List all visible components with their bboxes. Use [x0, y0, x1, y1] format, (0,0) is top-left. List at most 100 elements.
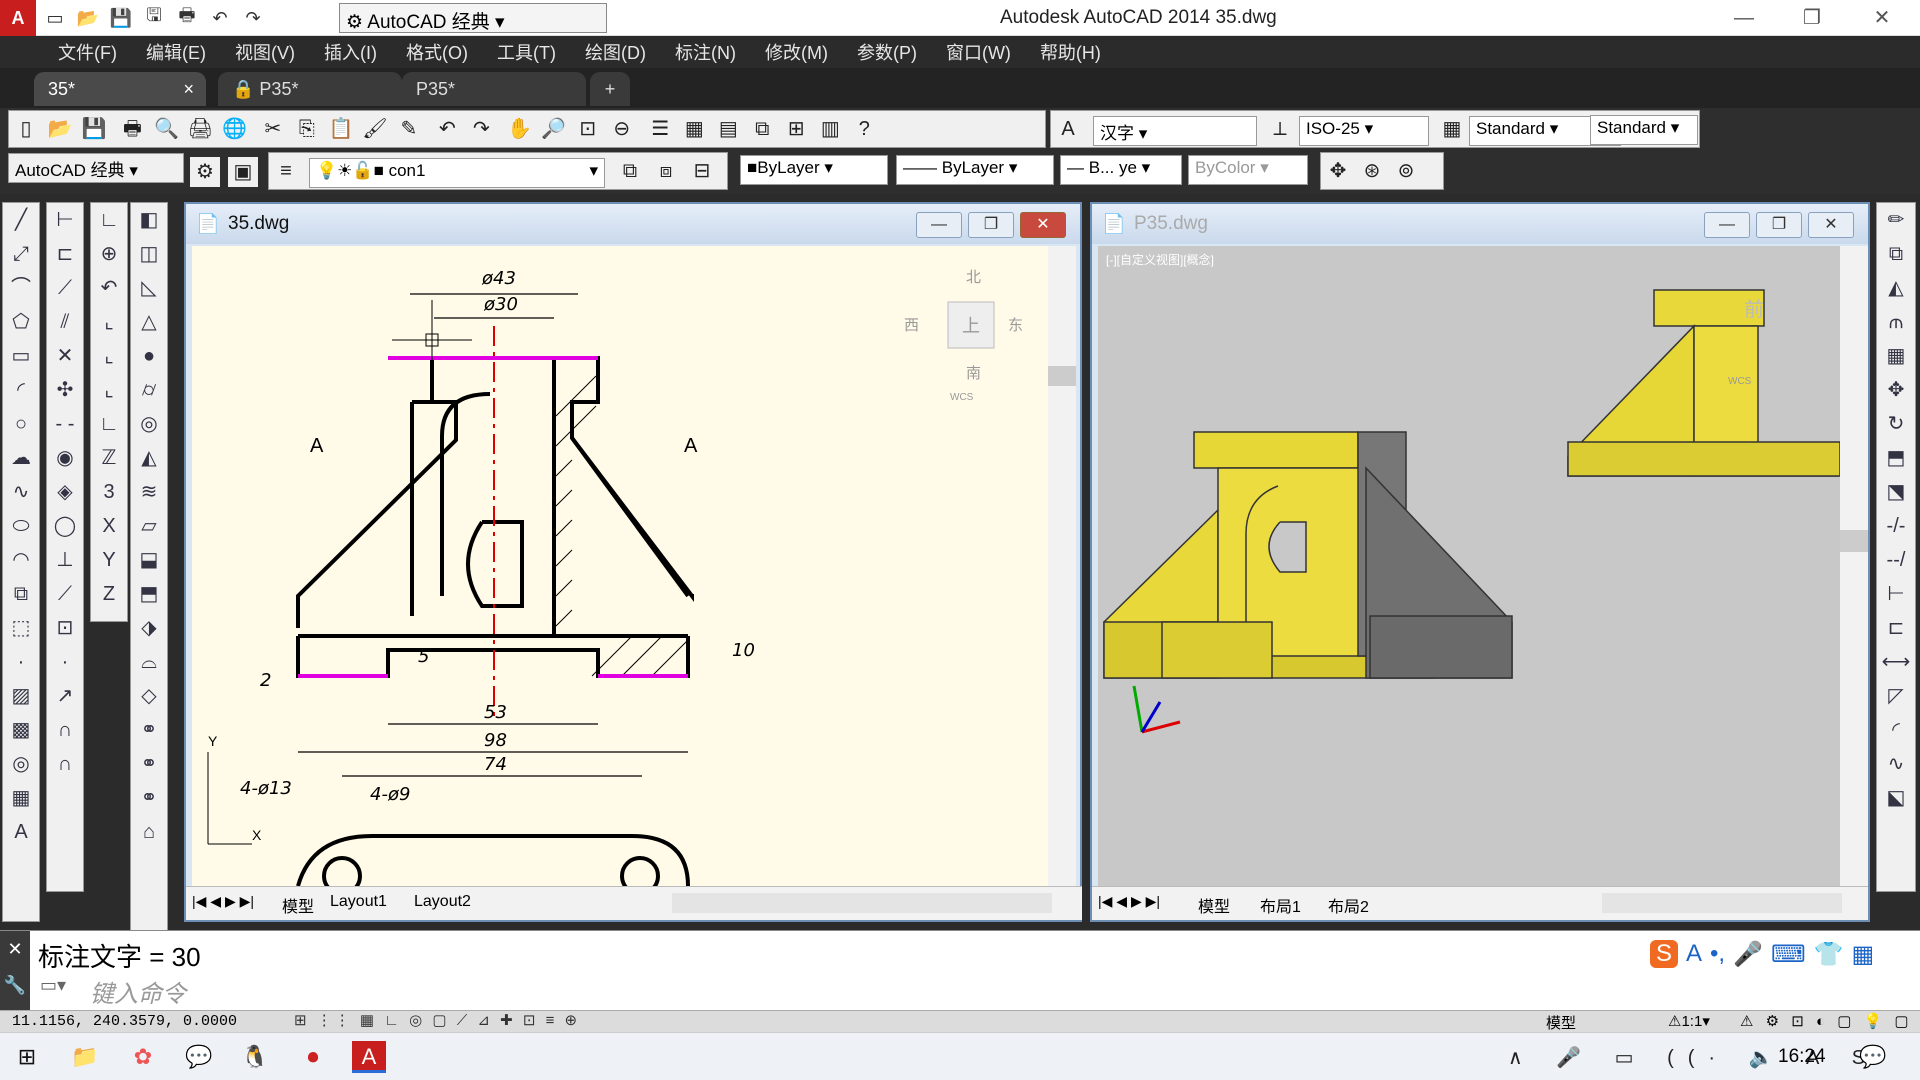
plotstyle-dropdown[interactable]: ByColor ▾ [1188, 155, 1308, 185]
blend-icon[interactable]: ∿ [1881, 747, 1911, 781]
sheet-set-icon[interactable]: ⧉ [747, 114, 777, 144]
intersect-icon[interactable]: ⚭ [134, 781, 164, 815]
rectangle-icon[interactable]: ▭ [6, 339, 36, 373]
keyboard-icon[interactable]: ⌨ [1771, 940, 1806, 969]
tab-layout2[interactable]: Layout2 [414, 893, 471, 911]
hatch-icon[interactable]: ▨ [6, 679, 36, 713]
pan-3d-icon[interactable]: ✥ [1323, 156, 1353, 186]
dim-style-icon[interactable]: ⟂ [1265, 114, 1295, 144]
ucs-icon[interactable]: ∟ [94, 203, 124, 237]
union-icon[interactable]: ⚭ [134, 713, 164, 747]
point-icon[interactable]: · [6, 645, 36, 679]
recorder-icon[interactable]: ⏺ [296, 1041, 330, 1073]
wcs-label[interactable]: WCS [1728, 376, 1752, 387]
ucs-3point-icon[interactable]: 3 [94, 475, 124, 509]
new-file-icon[interactable]: ▭ [41, 4, 69, 32]
table-style-icon[interactable]: ▦ [1437, 114, 1467, 144]
layer-previous-icon[interactable]: ⧈ [651, 156, 681, 186]
window-minimize-button[interactable]: — [1704, 212, 1750, 238]
wechat-icon[interactable]: 💬 [182, 1041, 216, 1073]
clock[interactable]: 16:24 [1778, 1046, 1826, 1068]
tab-layout2[interactable]: 布局2 [1328, 893, 1369, 917]
torus-icon[interactable]: ◎ [134, 407, 164, 441]
copy-icon[interactable]: ⎘ [292, 114, 322, 144]
undo-icon[interactable]: ↶ [432, 114, 462, 144]
scale-icon[interactable]: ◉ [50, 441, 80, 475]
pan-icon[interactable]: ✋ [505, 114, 535, 144]
viewcube-face-front[interactable]: 前 [1744, 298, 1764, 321]
array-icon[interactable]: ✕ [50, 339, 80, 373]
open-file-icon[interactable]: 📂 [74, 4, 102, 32]
print-icon[interactable]: 🖶 [173, 4, 201, 32]
layer-dropdown[interactable]: 💡☀🔓■ con1 ▾ [309, 158, 605, 188]
workspace-settings-icon[interactable]: ⚙ [190, 157, 220, 187]
menu-item-0[interactable]: 文件(F) [58, 39, 117, 65]
tab-model[interactable]: 模型 [1198, 893, 1230, 917]
ellipse-icon[interactable]: ⬭ [6, 509, 36, 543]
window-maximize-button[interactable]: ❐ [1756, 212, 1802, 238]
cone-icon[interactable]: △ [134, 305, 164, 339]
horizontal-scrollbar[interactable] [672, 893, 1052, 913]
app-pinwheel-icon[interactable]: ✿ [126, 1041, 160, 1073]
toolbox-icon[interactable]: ▦ [1852, 940, 1875, 969]
calculator-icon[interactable]: ▥ [815, 114, 845, 144]
ucs-x-icon[interactable]: X [94, 509, 124, 543]
helix-icon[interactable]: ≋ [134, 475, 164, 509]
wcs-label[interactable]: WCS [950, 392, 974, 403]
design-center-icon[interactable]: ▦ [679, 114, 709, 144]
tab-nav-arrows[interactable]: |◀ ◀ ▶ ▶| [192, 893, 254, 910]
paste-icon[interactable]: 📋 [326, 114, 356, 144]
viewcube-east[interactable]: 东 [1008, 317, 1023, 334]
tab-model[interactable]: 模型 [282, 893, 314, 917]
cylinder-icon[interactable]: ⌭ [134, 373, 164, 407]
command-close-icon[interactable]: ✕ 🔧 [0, 931, 30, 1011]
status-tray-icons[interactable]: ⚠ ⚙ ⊡ ◐ ▢ 💡 ▢ [1740, 1012, 1913, 1030]
stretch-icon[interactable]: ◈ [50, 475, 80, 509]
close-tab-icon[interactable]: × [183, 79, 194, 100]
web-icon[interactable]: 🌐 [219, 114, 249, 144]
insert-block-icon[interactable]: ⧉ [6, 577, 36, 611]
move-icon[interactable]: ✣ [50, 373, 80, 407]
circle-icon[interactable]: ○ [6, 407, 36, 441]
customize-icon[interactable]: ▣ [228, 157, 258, 187]
wedge-icon[interactable]: ◺ [134, 271, 164, 305]
offset-icon[interactable]: ⫽ [50, 305, 80, 339]
save-icon[interactable]: 💾 [107, 4, 135, 32]
mirror-icon[interactable]: ◭ [1881, 271, 1911, 305]
window-close-button[interactable]: ✕ [1808, 212, 1854, 238]
lineweight-dropdown[interactable]: — B... ye ▾ [1060, 155, 1182, 185]
erase-icon[interactable]: ✏ [1881, 203, 1911, 237]
command-prompt-icon[interactable]: ▭▾ [40, 975, 66, 996]
color-dropdown[interactable]: ■ByLayer ▾ [740, 155, 888, 185]
extrude-icon[interactable]: ⬓ [134, 543, 164, 577]
subtract-icon[interactable]: ⚭ [134, 747, 164, 781]
save-as-icon[interactable]: 🖫 [140, 4, 168, 32]
menu-item-7[interactable]: 标注(N) [675, 39, 736, 65]
dim-style-dropdown[interactable]: ISO-25 ▾ [1299, 116, 1429, 146]
move-icon[interactable]: ✥ [1881, 373, 1911, 407]
region-icon[interactable]: ◎ [6, 747, 36, 781]
polysolid-icon[interactable]: ◧ [134, 203, 164, 237]
restore-icon[interactable]: ❐ [1782, 0, 1842, 36]
file-tab-35[interactable]: 35* × [34, 72, 206, 106]
mirror-icon[interactable]: ⟋ [50, 271, 80, 305]
viewcube-north[interactable]: 北 [966, 269, 981, 286]
skin-icon[interactable]: 👕 [1814, 940, 1844, 969]
scale-icon[interactable]: ⬒ [1881, 441, 1911, 475]
coordinate-readout[interactable]: 11.1156, 240.3579, 0.0000 [12, 1013, 237, 1030]
menu-item-9[interactable]: 参数(P) [857, 39, 917, 65]
rotate-icon[interactable]: ↻ [1881, 407, 1911, 441]
ime-mode-label[interactable]: A [1686, 940, 1702, 968]
join-icon[interactable]: ⟷ [1881, 645, 1911, 679]
tab-layout1[interactable]: 布局1 [1260, 893, 1301, 917]
save-icon[interactable]: 💾 [79, 114, 109, 144]
close-icon[interactable]: ✕ [1852, 0, 1912, 36]
revolve-icon[interactable]: ⌓ [134, 645, 164, 679]
new-tab-icon[interactable]: + [590, 72, 630, 106]
chamfer-icon[interactable]: ◸ [1881, 679, 1911, 713]
ucs-previous-icon[interactable]: ↶ [94, 271, 124, 305]
tool-palettes-icon[interactable]: ▤ [713, 114, 743, 144]
vertical-scrollbar[interactable] [1840, 246, 1868, 886]
layer-properties-icon[interactable]: ≡ [271, 156, 301, 186]
model-space-label[interactable]: 模型 [1546, 1012, 1576, 1033]
